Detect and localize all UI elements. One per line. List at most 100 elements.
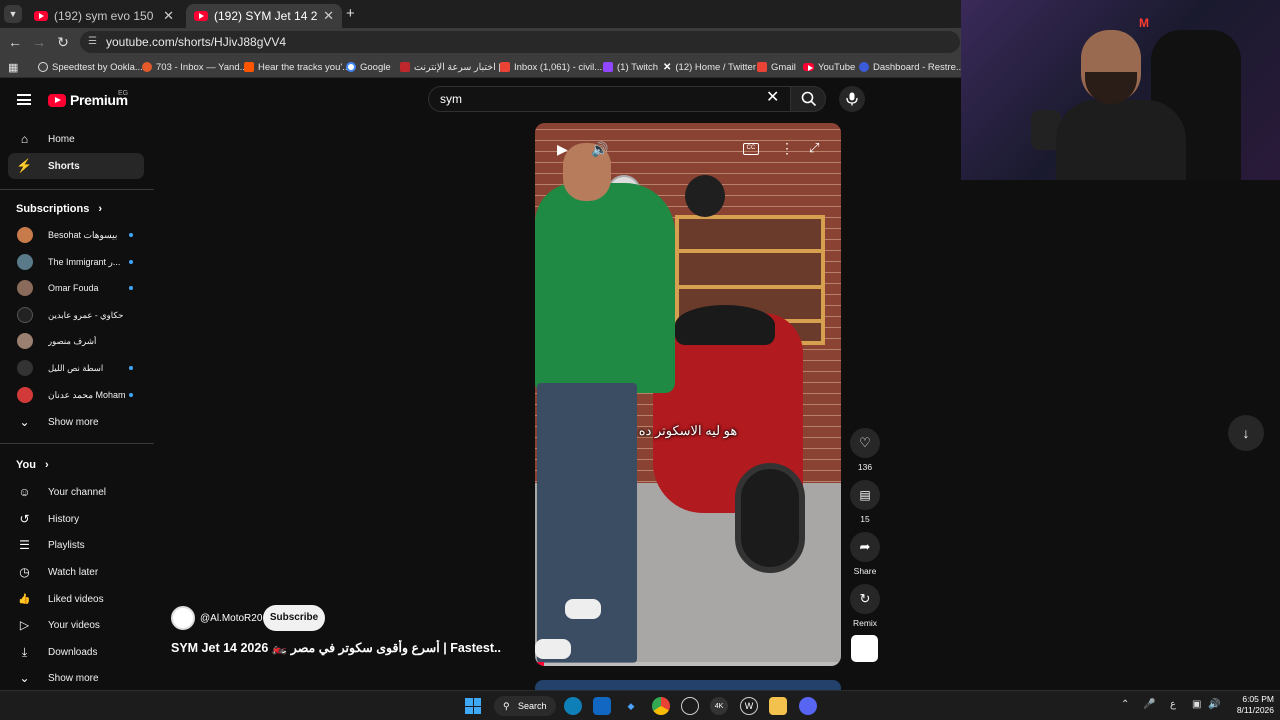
outlook-icon[interactable] [593,697,611,715]
sidebar-item-home[interactable]: ⌂ Home [8,126,144,152]
share-button[interactable]: ➦ [850,532,880,562]
sidebar-item-shorts[interactable]: ⚡ Shorts [8,153,144,179]
volume-tray-icon[interactable]: 🔊 [1208,699,1220,710]
bookmark-item[interactable]: (1) Twitch [603,59,658,75]
site-info-icon[interactable]: ☰ [88,31,97,53]
close-tab-icon[interactable]: ✕ [323,8,334,24]
word-icon[interactable]: W [740,697,758,715]
microphone-icon [846,92,858,106]
apps-grid-icon[interactable]: ▦ [8,59,18,75]
app-icon[interactable]: ◆ [622,697,640,715]
chrome-icon[interactable] [652,697,670,715]
search-input[interactable]: sym [428,86,790,112]
search-icon: ⚲ [503,701,510,711]
back-icon[interactable]: ← [6,33,24,51]
voice-search-button[interactable] [839,86,865,112]
comments-button[interactable]: ▤ [850,480,880,510]
like-icon: 👍 [18,593,31,605]
bookmark-item[interactable]: Speedtest by Ookla... [38,59,143,75]
subscription-item[interactable]: أشرف منصور [8,328,144,354]
chevron-right-icon: › [45,459,49,471]
new-content-dot [129,366,133,370]
sidebar-item-your-channel[interactable]: ☺ Your channel [8,479,144,505]
subscription-item[interactable]: اسطة نص الليل [8,355,144,381]
windows-start-icon[interactable] [465,698,481,714]
bookmark-item[interactable]: Hear the tracks you'... [244,59,350,75]
volume-icon[interactable]: 🔊 [591,141,608,158]
edge-icon[interactable] [564,697,582,715]
more-options-icon[interactable]: ⋮ [780,140,794,157]
address-bar[interactable]: ☰ youtube.com/shorts/HJivJ88gVV4 [80,31,960,53]
sidebar-item-label: حكاوي - عمرو عابدين [48,309,124,320]
channel-avatar[interactable] [171,606,195,630]
subscription-item[interactable]: The Immigrant ر... [8,249,144,275]
subscription-item[interactable]: Omar Fouda [8,275,144,301]
show-more-subscriptions[interactable]: ⌄ Show more [8,409,144,435]
microphone-tray-icon[interactable]: 🎤 [1143,699,1155,710]
tray-overflow-icon[interactable]: ⌃ [1121,699,1129,710]
sound-channel-thumbnail[interactable] [851,635,878,662]
subscribe-button[interactable]: Subscribe [263,605,325,631]
clear-search-icon[interactable]: ✕ [766,87,779,107]
browser-tab-active[interactable]: (192) SYM Jet 14 2026 🏍️ مصر ✕ [186,4,342,28]
bookmark-item[interactable]: Google [346,59,391,75]
fullscreen-icon[interactable]: ⤢ [809,140,819,156]
bookmark-item[interactable]: YouTube [803,59,855,75]
sidebar-item-label: محمد عدنان Moham... [48,389,126,400]
subscriptions-heading[interactable]: Subscriptions › [16,203,102,215]
discord-icon[interactable] [799,697,817,715]
taskbar-search[interactable]: ⚲ Search [494,696,556,716]
reload-icon[interactable]: ↻ [54,33,72,51]
hamburger-menu-icon[interactable] [17,94,31,105]
subscription-item[interactable]: محمد عدنان Moham... [8,382,144,408]
channel-name[interactable]: @Al.MotoR20 [200,613,262,624]
sidebar-item-playlists[interactable]: ☰ Playlists [8,532,144,558]
browser-tab[interactable]: (192) sym evo 150 - YouTube ✕ [26,4,182,28]
like-button[interactable]: ♡ [850,428,880,458]
4k-downloader-icon[interactable]: 4K [710,697,728,715]
bookmark-item[interactable]: 703 - Inbox — Yand... [142,59,248,75]
video-title[interactable]: SYM Jet 14 2026 🏍️ أسرع وأقوى سكوتر في م… [171,640,501,656]
channel-avatar [17,360,33,376]
bookmark-item[interactable]: ✕ (12) Home / Twitter [663,59,756,75]
sidebar-item-label: Playlists [48,539,85,551]
forward-icon[interactable]: → [30,33,48,51]
sidebar-item-history[interactable]: ↺ History [8,506,144,532]
remix-button[interactable]: ↻ [850,584,880,614]
share-icon: ➦ [859,539,871,554]
url-text: youtube.com/shorts/HJivJ88gVV4 [106,35,287,49]
next-short-preview[interactable] [535,680,841,690]
bookmark-item[interactable]: Inbox (1,061) - civil... [500,59,602,75]
captions-icon[interactable]: CC [743,143,759,155]
tab-list-button[interactable]: ▼ [4,5,22,23]
bookmark-label: (12) Home / Twitter [675,61,756,73]
network-icon[interactable]: ▣ [1192,699,1201,710]
taskbar-clock[interactable]: 6:05 PM 8/11/2026 [1226,694,1274,716]
show-more-you[interactable]: ⌄ Show more [8,665,144,691]
app-icon[interactable] [681,697,699,715]
subscription-item[interactable]: Besohat بيسوهات [8,222,144,248]
sidebar-item-watch-later[interactable]: ◷ Watch later [8,559,144,585]
language-indicator[interactable]: ع [1170,699,1176,710]
file-explorer-icon[interactable] [769,697,787,715]
youtube-premium-logo[interactable]: Premium [48,92,128,108]
short-video-player[interactable]: ▶ 🔊 CC ⋮ ⤢ هو ليه الاسكوتر ده [535,123,841,666]
search-button[interactable] [790,86,826,112]
play-icon[interactable]: ▶ [557,141,568,158]
new-tab-button[interactable]: + [346,5,355,22]
new-content-dot [129,260,133,264]
channel-avatar [17,387,33,403]
bookmark-item[interactable]: Gmail [757,59,796,75]
you-heading[interactable]: You › [16,459,49,471]
sidebar-item-liked-videos[interactable]: 👍 Liked videos [8,586,144,612]
bookmark-item[interactable]: Dashboard - Restre... [859,59,964,75]
bookmark-item[interactable]: اختبار سرعة الإنترنت |... [400,59,509,75]
subscription-item[interactable]: حكاوي - عمرو عابدين [8,302,144,328]
sidebar-item-downloads[interactable]: ⤓ Downloads [8,639,144,665]
taskbar-search-label: Search [518,701,547,711]
close-tab-icon[interactable]: ✕ [163,8,174,24]
sidebar-item-your-videos[interactable]: ▷ Your videos [8,612,144,638]
chevron-right-icon: › [98,203,103,215]
next-short-button[interactable]: ↓ [1228,415,1264,451]
video-progress-bar[interactable] [535,662,841,666]
